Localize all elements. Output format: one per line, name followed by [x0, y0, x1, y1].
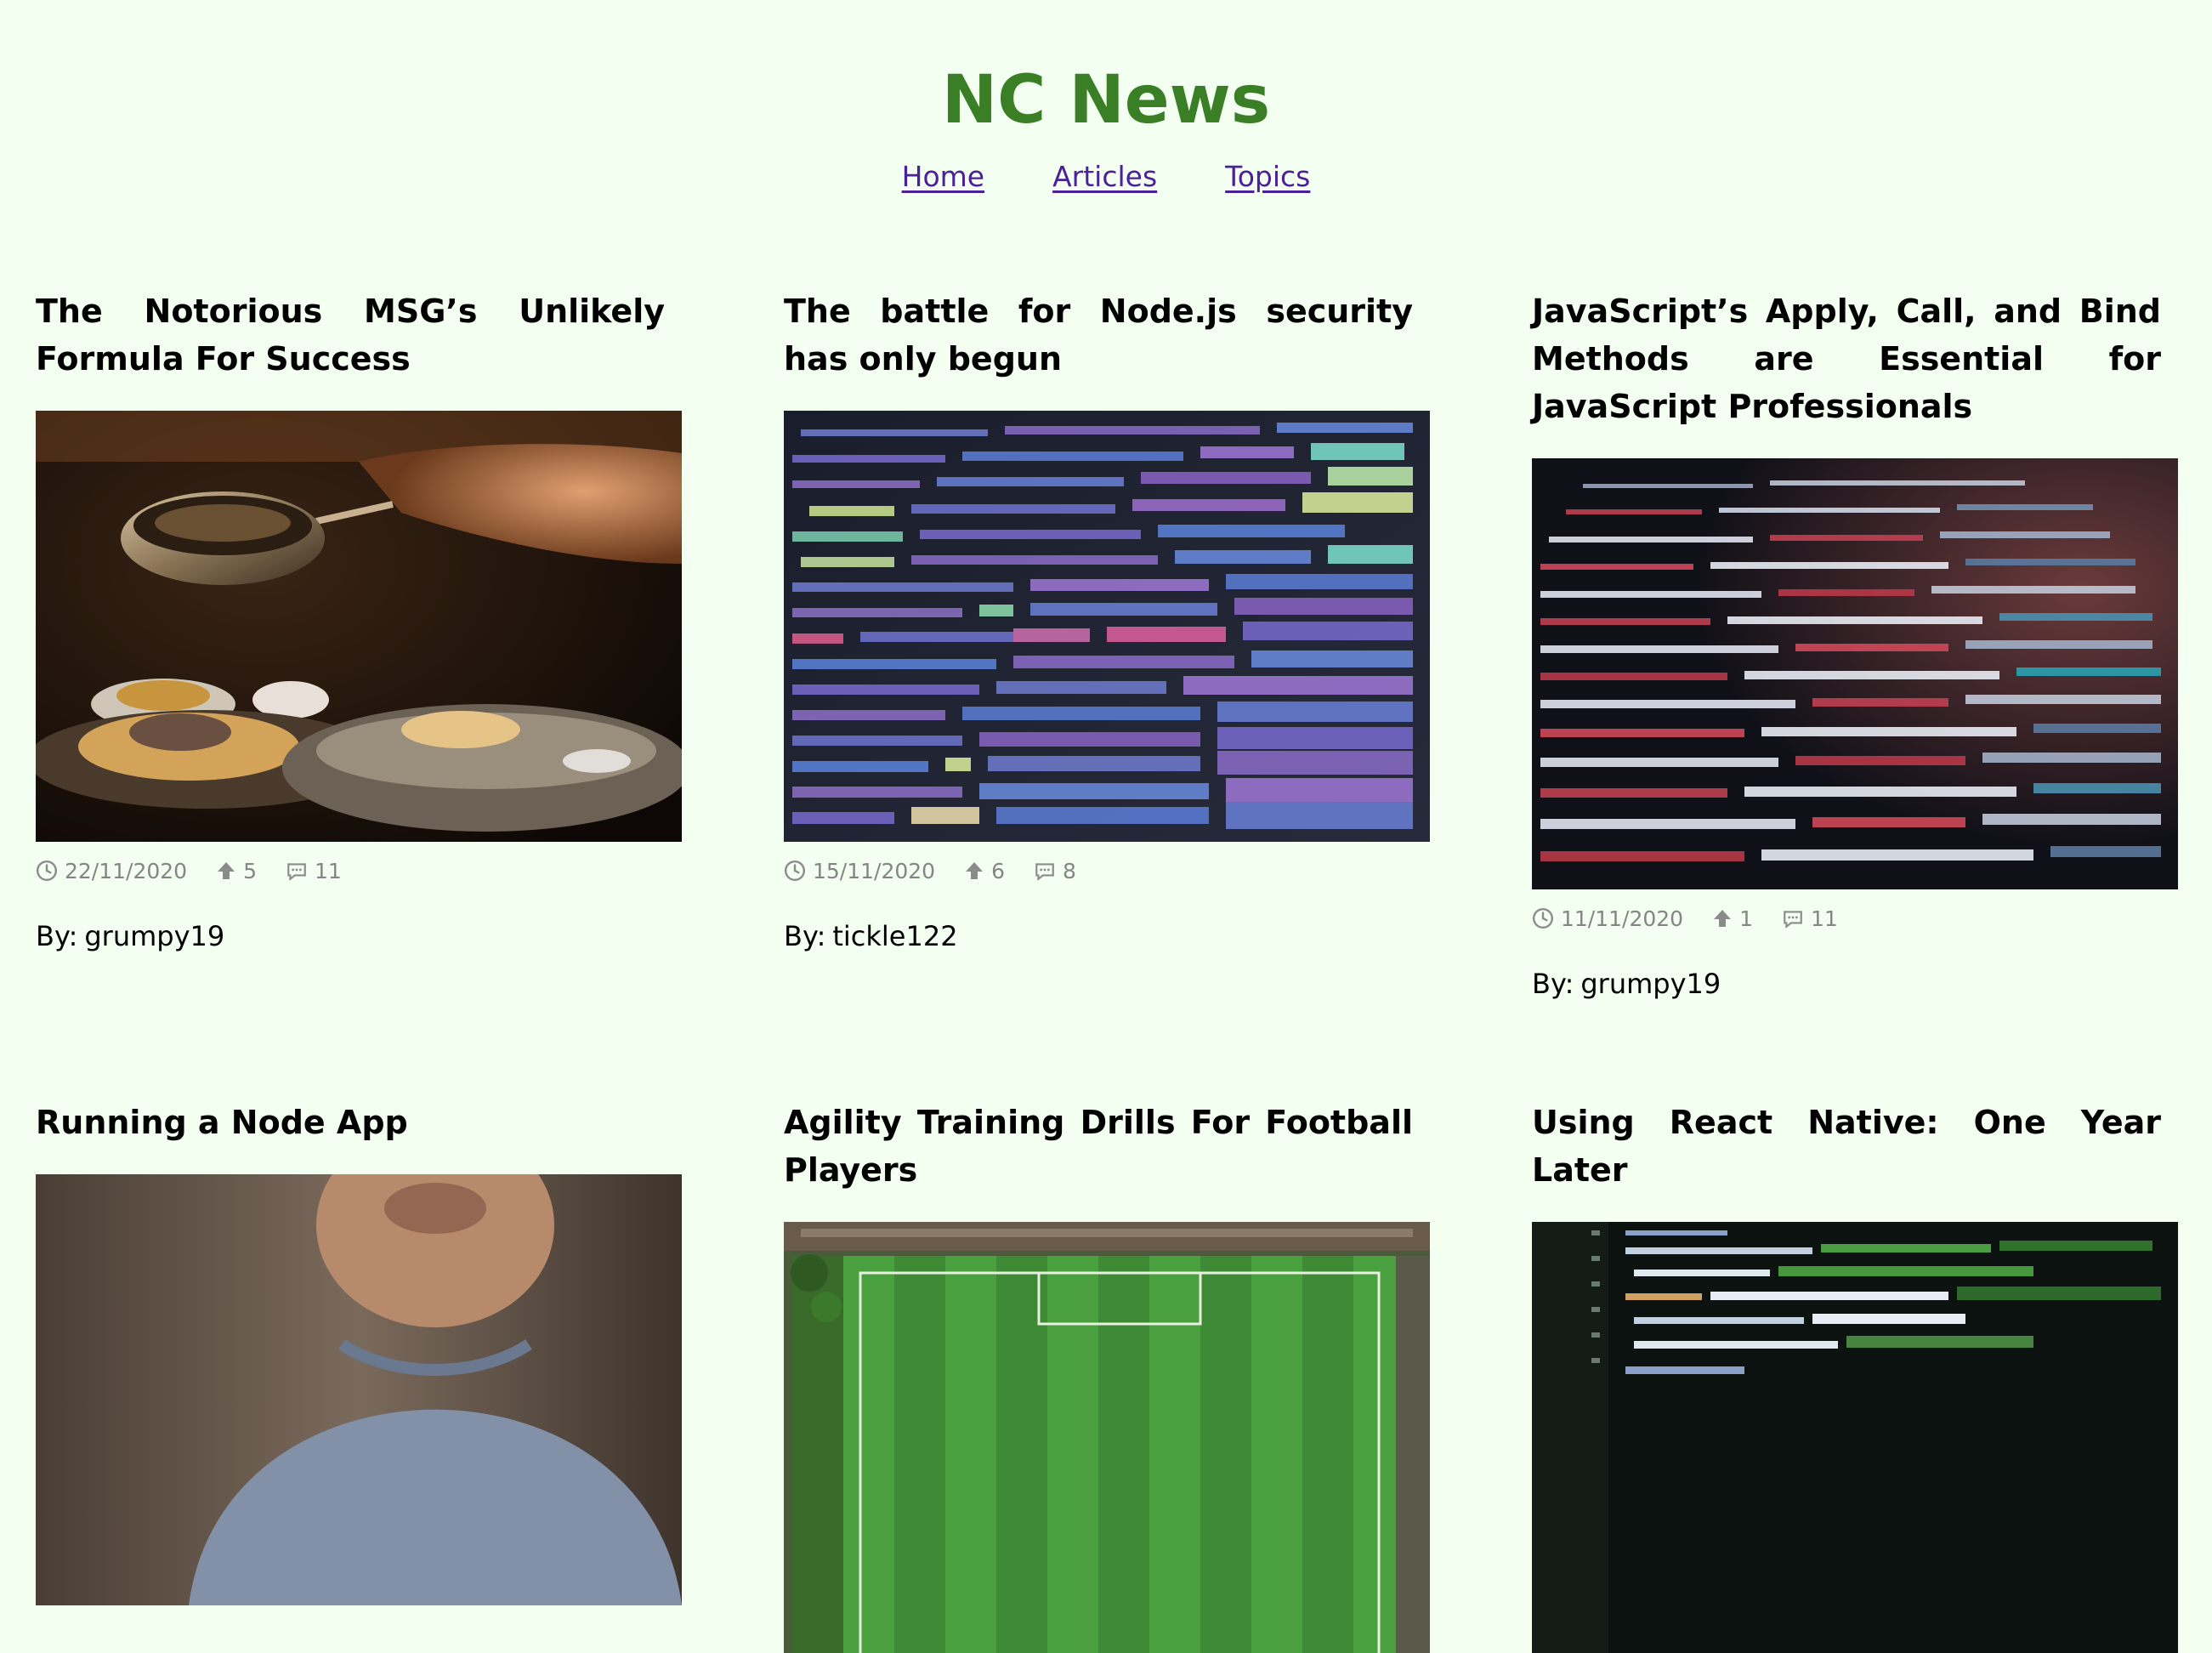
article-title[interactable]: The battle for Node.js security has only…	[784, 287, 1413, 383]
clock-icon	[36, 860, 58, 882]
article-card: The battle for Node.js security has only…	[784, 287, 1430, 952]
football-pitch-photo[interactable]	[784, 1222, 1430, 1653]
votes-meta: 5	[216, 859, 257, 883]
author-name[interactable]: grumpy19	[84, 920, 224, 952]
votes-meta: 1	[1712, 906, 1753, 931]
food-pan-photo[interactable]	[36, 411, 682, 842]
article-author: By: grumpy19	[1532, 968, 2178, 1000]
comments-meta: 11	[1782, 906, 1838, 931]
clock-icon	[784, 860, 806, 882]
site-header: NC News Home Articles Topics	[0, 0, 2212, 193]
article-date: 22/11/2020	[65, 858, 188, 883]
nav-topics-link[interactable]: Topics	[1225, 160, 1310, 193]
author-name[interactable]: grumpy19	[1580, 968, 1721, 1000]
date-meta: 15/11/2020	[784, 859, 935, 883]
article-votes: 6	[991, 858, 1005, 883]
article-card: Using React Native: One Year Later	[1532, 1099, 2178, 1653]
article-title[interactable]: Using React Native: One Year Later	[1532, 1099, 2161, 1194]
clock-icon	[1532, 907, 1554, 929]
article-author: By: grumpy19	[36, 920, 682, 952]
article-meta: 22/11/2020 5 11	[36, 855, 682, 886]
article-title[interactable]: The Notorious MSG’s Unlikely Formula For…	[36, 287, 665, 383]
red-code-photo[interactable]	[1532, 458, 2178, 889]
date-meta: 22/11/2020	[36, 859, 187, 883]
author-prefix: By:	[784, 920, 826, 952]
article-votes: 5	[243, 858, 257, 883]
article-title[interactable]: JavaScript’s Apply, Call, and Bind Metho…	[1532, 287, 2161, 430]
article-date: 11/11/2020	[1561, 906, 1684, 931]
nav-home-link[interactable]: Home	[902, 160, 984, 193]
article-comments: 11	[315, 858, 342, 883]
main-nav: Home Articles Topics	[0, 160, 2212, 193]
article-date: 15/11/2020	[813, 858, 936, 883]
speech-bubble-icon[interactable]	[1034, 860, 1056, 882]
article-meta: 15/11/2020 6 8	[784, 855, 1430, 886]
nav-articles-link[interactable]: Articles	[1052, 160, 1157, 193]
green-code-photo[interactable]	[1532, 1222, 2178, 1653]
site-title: NC News	[941, 62, 1271, 139]
article-meta: 11/11/2020 1 11	[1532, 903, 2178, 934]
article-card: Agility Training Drills For Football Pla…	[784, 1099, 1430, 1653]
article-comments: 8	[1063, 858, 1076, 883]
article-votes: 1	[1739, 906, 1753, 931]
colorful-code-photo[interactable]	[784, 411, 1430, 842]
arrow-up-icon[interactable]	[216, 861, 236, 881]
votes-meta: 6	[964, 859, 1005, 883]
article-author: By: tickle122	[784, 920, 1430, 952]
article-title[interactable]: Agility Training Drills For Football Pla…	[784, 1099, 1413, 1194]
speech-bubble-icon[interactable]	[1782, 907, 1804, 929]
date-meta: 11/11/2020	[1532, 906, 1683, 931]
arrow-up-icon[interactable]	[1712, 908, 1733, 929]
arrow-up-icon[interactable]	[964, 861, 984, 881]
article-card: JavaScript’s Apply, Call, and Bind Metho…	[1532, 287, 2178, 1000]
author-name[interactable]: tickle122	[832, 920, 957, 952]
speech-bubble-icon[interactable]	[286, 860, 308, 882]
comments-meta: 8	[1034, 859, 1076, 883]
author-prefix: By:	[1532, 968, 1574, 1000]
article-card: The Notorious MSG’s Unlikely Formula For…	[36, 287, 682, 952]
person-photo[interactable]	[36, 1174, 682, 1605]
article-comments: 11	[1811, 906, 1838, 931]
article-card: Running a Node App	[36, 1099, 682, 1605]
article-title[interactable]: Running a Node App	[36, 1099, 665, 1146]
author-prefix: By:	[36, 920, 78, 952]
comments-meta: 11	[286, 859, 342, 883]
